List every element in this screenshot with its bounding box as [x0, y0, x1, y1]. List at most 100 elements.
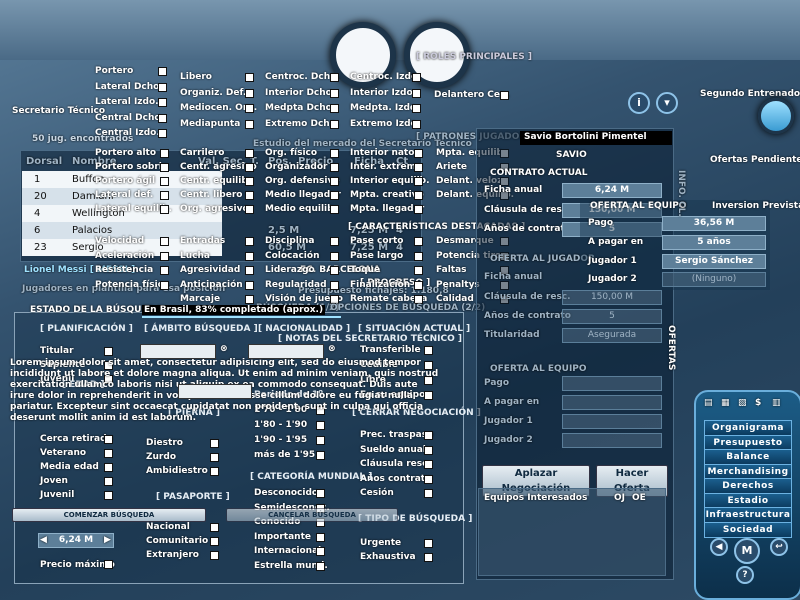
back-icon[interactable]: ◀: [710, 538, 728, 556]
chevron-down-icon[interactable]: ▾: [656, 92, 678, 114]
role-checkbox[interactable]: [160, 149, 169, 158]
position-checkbox[interactable]: [158, 82, 167, 92]
precio-left-arrow-icon[interactable]: ◀: [40, 535, 47, 545]
position-checkbox[interactable]: [245, 73, 254, 82]
oe-float-j2[interactable]: (Ninguno): [662, 272, 766, 287]
nacionalidad-clear-icon[interactable]: ⊗: [328, 344, 336, 354]
oj-anos-value[interactable]: 5: [562, 309, 662, 324]
precio-maximo-value[interactable]: 6,24 M: [38, 533, 114, 548]
position-checkbox[interactable]: [330, 104, 339, 113]
role-checkbox[interactable]: [414, 149, 423, 158]
filter-checkbox[interactable]: [424, 539, 433, 548]
filter-checkbox[interactable]: [104, 435, 113, 444]
position-checkbox[interactable]: [412, 104, 421, 113]
role-checkbox[interactable]: [414, 163, 423, 172]
position-checkbox[interactable]: [412, 73, 421, 82]
oe-float-j1[interactable]: Sergio Sánchez: [662, 254, 766, 269]
position-checkbox[interactable]: [158, 129, 167, 138]
caract-checkbox[interactable]: [330, 251, 339, 261]
role-checkbox[interactable]: [330, 191, 339, 200]
position-checkbox[interactable]: [330, 88, 339, 98]
role-checkbox[interactable]: [245, 163, 254, 172]
nacionalidad-select[interactable]: [248, 344, 324, 359]
filter-checkbox[interactable]: [210, 467, 219, 476]
oj-clausula-value[interactable]: 150,00 M: [562, 290, 662, 305]
caract-checkbox[interactable]: [160, 251, 169, 261]
oe-field[interactable]: [562, 433, 662, 448]
role-checkbox[interactable]: [245, 149, 254, 158]
filter-checkbox[interactable]: [104, 347, 113, 356]
caract-checkbox[interactable]: [414, 237, 423, 246]
caract-checkbox[interactable]: [414, 251, 423, 261]
filter-checkbox[interactable]: [210, 537, 219, 546]
oe-field[interactable]: [562, 376, 662, 391]
info-icon[interactable]: i: [628, 92, 650, 114]
role-checkbox[interactable]: [160, 191, 169, 200]
caract-checkbox[interactable]: [245, 251, 254, 261]
stadium-icon[interactable]: ▥: [772, 398, 781, 408]
position-checkbox[interactable]: [500, 91, 509, 100]
role-checkbox[interactable]: [414, 205, 423, 214]
organigrama-icon[interactable]: ▤: [704, 398, 713, 408]
role-checkbox[interactable]: [330, 177, 339, 186]
role-checkbox[interactable]: [414, 191, 423, 200]
position-checkbox[interactable]: [245, 104, 254, 113]
precio-checkbox[interactable]: [104, 560, 113, 569]
role-checkbox[interactable]: [245, 177, 254, 186]
position-checkbox[interactable]: [245, 88, 254, 98]
role-checkbox[interactable]: [245, 205, 254, 214]
menu-item-sociedad[interactable]: Sociedad: [704, 521, 792, 538]
position-checkbox[interactable]: [330, 73, 339, 82]
role-checkbox[interactable]: [330, 205, 339, 214]
oe-field[interactable]: [562, 395, 662, 410]
filter-checkbox[interactable]: [424, 474, 433, 484]
money-icon[interactable]: $: [755, 398, 761, 408]
caract-checkbox[interactable]: [414, 280, 423, 290]
role-checkbox[interactable]: [160, 205, 169, 214]
filter-checkbox[interactable]: [316, 489, 325, 498]
position-checkbox[interactable]: [330, 119, 339, 129]
filter-checkbox[interactable]: [210, 523, 219, 532]
caract-checkbox[interactable]: [245, 280, 254, 290]
caract-checkbox[interactable]: [330, 266, 339, 275]
role-checkbox[interactable]: [160, 163, 169, 172]
balance-icon[interactable]: ▧: [738, 398, 747, 408]
role-checkbox[interactable]: [245, 191, 254, 200]
position-checkbox[interactable]: [158, 98, 167, 107]
forward-icon[interactable]: ↩: [770, 538, 788, 556]
ofertas-pendientes[interactable]: Ofertas Pendientes: [710, 155, 800, 165]
filter-checkbox[interactable]: [104, 477, 113, 486]
position-checkbox[interactable]: [158, 113, 167, 123]
filter-checkbox[interactable]: [104, 449, 113, 458]
caract-checkbox[interactable]: [245, 266, 254, 275]
filter-checkbox[interactable]: [104, 491, 113, 500]
cancelar-button[interactable]: CANCELAR BÚSQUEDA: [226, 508, 398, 522]
caract-checkbox[interactable]: [330, 237, 339, 246]
oe-float-pago[interactable]: 36,56 M: [662, 216, 766, 231]
precio-right-arrow-icon[interactable]: ▶: [104, 535, 111, 545]
filter-checkbox[interactable]: [424, 431, 433, 440]
oj-titularidad-value[interactable]: Asegurada: [562, 328, 662, 343]
filter-checkbox[interactable]: [104, 463, 113, 472]
filter-checkbox[interactable]: [316, 561, 325, 571]
position-checkbox[interactable]: [245, 119, 254, 129]
position-checkbox[interactable]: [158, 67, 167, 76]
presupuesto-icon[interactable]: ▦: [721, 398, 730, 408]
filter-checkbox[interactable]: [424, 460, 433, 469]
notas-field[interactable]: [178, 384, 252, 399]
ambito-clear-icon[interactable]: ⊗: [220, 344, 228, 354]
filter-checkbox[interactable]: [316, 451, 325, 460]
role-checkbox[interactable]: [160, 177, 169, 186]
position-checkbox[interactable]: [412, 119, 421, 129]
ambito-select[interactable]: [140, 344, 216, 359]
filter-checkbox[interactable]: [424, 346, 433, 355]
main-menu-button-icon[interactable]: M: [734, 538, 760, 564]
caract-checkbox[interactable]: [330, 280, 339, 290]
role-checkbox[interactable]: [330, 163, 339, 172]
filter-checkbox[interactable]: [210, 453, 219, 462]
filter-checkbox[interactable]: [210, 551, 219, 560]
oe-float-apagar[interactable]: 5 años: [662, 235, 766, 250]
filter-checkbox[interactable]: [210, 439, 219, 448]
filter-checkbox[interactable]: [316, 547, 325, 556]
filter-checkbox[interactable]: [424, 553, 433, 562]
